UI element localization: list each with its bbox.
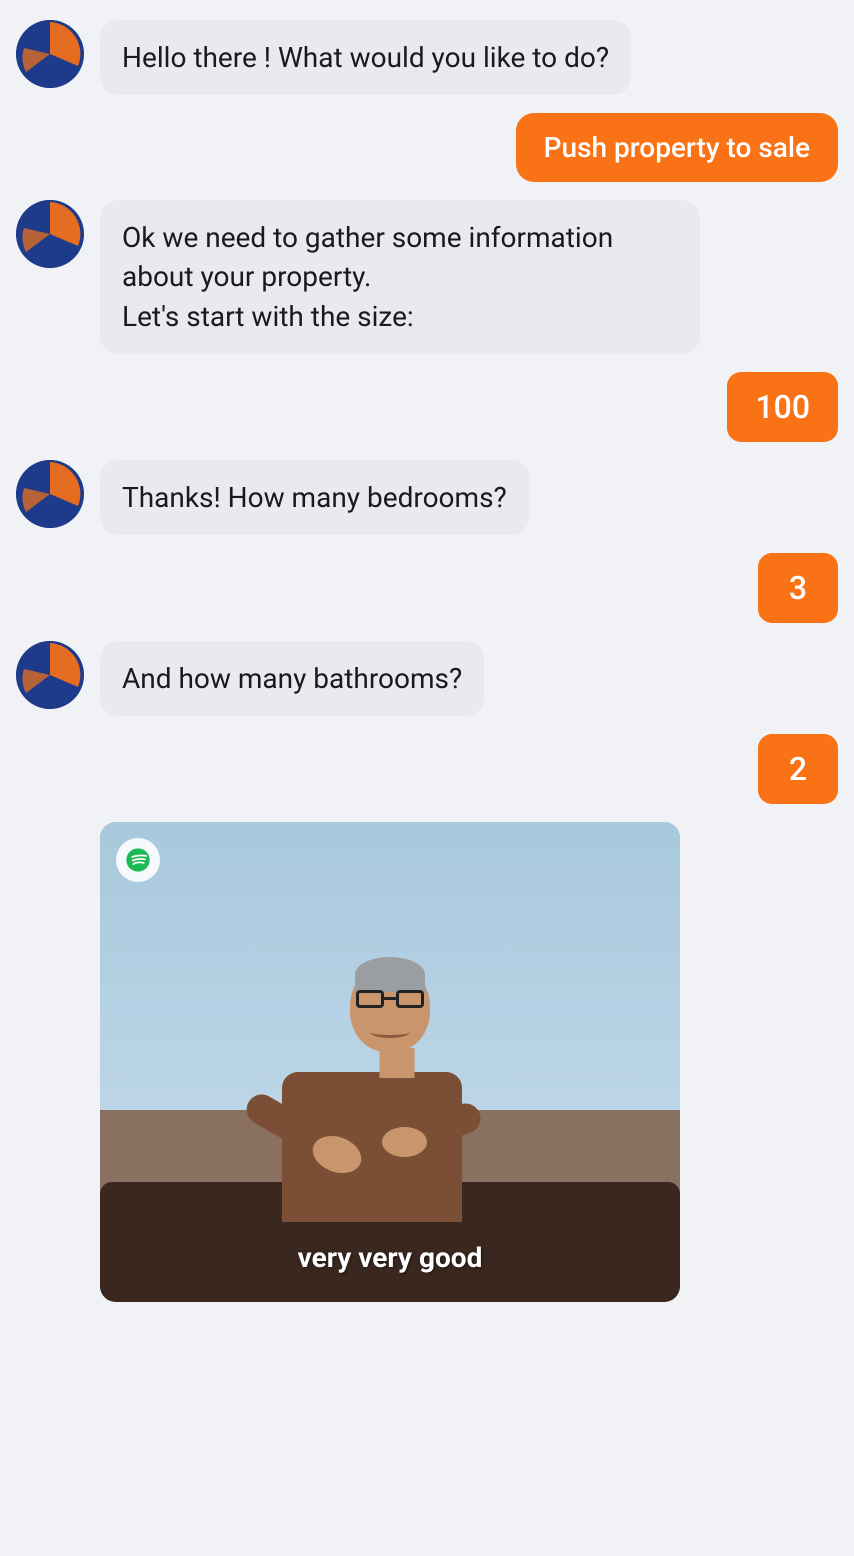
user-message-4: 2 — [758, 734, 838, 804]
message-row-bot-3: Thanks! How many bedrooms? — [16, 460, 838, 535]
message-row-user-2: 100 — [16, 372, 838, 442]
user-message-1: Push property to sale — [516, 113, 838, 182]
gif-top-bar — [116, 838, 664, 882]
message-row-user-3: 3 — [16, 553, 838, 623]
user-message-2: 100 — [727, 372, 838, 442]
spotify-icon — [116, 838, 160, 882]
gif-container: very very good — [100, 822, 680, 1302]
gif-overlay: very very good — [100, 822, 680, 1302]
bot-message-3: Thanks! How many bedrooms? — [100, 460, 529, 535]
bot-avatar-2 — [16, 200, 84, 268]
bot-avatar-3 — [16, 460, 84, 528]
message-row-user-4: 2 — [16, 734, 838, 804]
message-row-user-1: Push property to sale — [16, 113, 838, 182]
bot-message-2: Ok we need to gather some information ab… — [100, 200, 700, 354]
user-message-3: 3 — [758, 553, 838, 623]
bot-message-4: And how many bathrooms? — [100, 641, 484, 716]
message-row-bot-4: And how many bathrooms? — [16, 641, 838, 716]
gif-caption: very very good — [116, 1241, 664, 1286]
message-row-bot-1: Hello there ! What would you like to do? — [16, 20, 838, 95]
message-row-bot-2: Ok we need to gather some information ab… — [16, 200, 838, 354]
bot-message-1: Hello there ! What would you like to do? — [100, 20, 631, 95]
bot-avatar-1 — [16, 20, 84, 88]
gif-message-row: very very good — [16, 822, 838, 1302]
bot-avatar-4 — [16, 641, 84, 709]
